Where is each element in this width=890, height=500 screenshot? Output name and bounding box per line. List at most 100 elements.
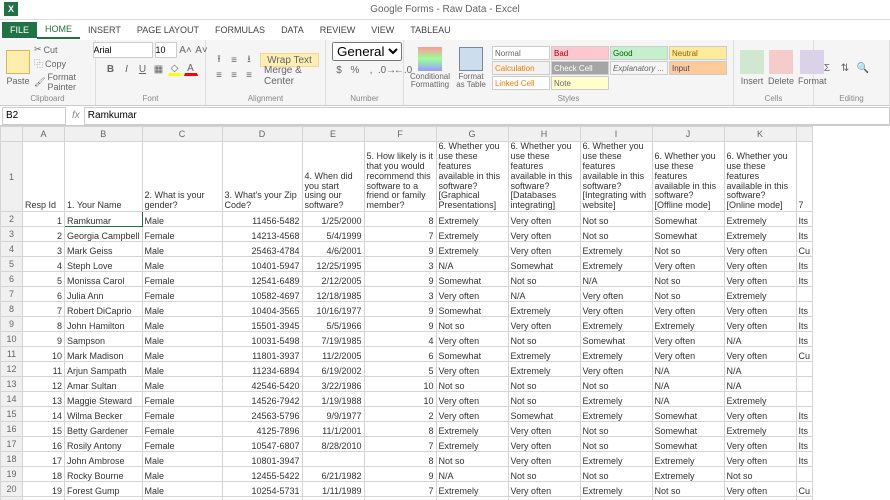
cell-F2[interactable]: 8 — [364, 212, 436, 227]
cell-D20[interactable]: 10254-5731 — [222, 482, 302, 497]
cell-D14[interactable]: 14526-7942 — [222, 392, 302, 407]
font-name-input[interactable] — [93, 42, 153, 58]
cell-K7[interactable]: Extremely — [724, 287, 796, 302]
cell-C6[interactable]: Female — [142, 272, 222, 287]
cell-G19[interactable]: N/A — [436, 467, 508, 482]
cell-K5[interactable]: Very often — [724, 257, 796, 272]
cell-G4[interactable]: Extremely — [436, 242, 508, 257]
cell-style-check-cell[interactable]: Check Cell — [551, 61, 609, 75]
cell-B19[interactable]: Rocky Bourne — [65, 467, 143, 482]
cell-E20[interactable]: 1/11/1989 — [302, 482, 364, 497]
paste-button[interactable]: Paste — [6, 50, 30, 86]
cell-F20[interactable]: 7 — [364, 482, 436, 497]
font-color-button[interactable]: A — [184, 62, 198, 76]
cell-style-explanatory-[interactable]: Explanatory ... — [610, 61, 668, 75]
cell-F5[interactable]: 3 — [364, 257, 436, 272]
cell-C12[interactable]: Male — [142, 362, 222, 377]
cell-D5[interactable]: 10401-5947 — [222, 257, 302, 272]
align-right-button[interactable]: ≡ — [242, 69, 256, 83]
cell-I1[interactable]: 6. Whether you use these features availa… — [580, 142, 652, 212]
cell-A5[interactable]: 4 — [23, 257, 65, 272]
cell-L16[interactable]: Its — [796, 422, 813, 437]
cell-B15[interactable]: Wilma Becker — [65, 407, 143, 422]
align-left-button[interactable]: ≡ — [212, 69, 226, 83]
insert-cells-button[interactable]: Insert — [740, 50, 764, 86]
col-header-H[interactable]: H — [508, 127, 580, 142]
sort-filter-button[interactable]: ⇅ — [838, 61, 852, 75]
cell-C19[interactable]: Male — [142, 467, 222, 482]
cell-L14[interactable] — [796, 392, 813, 407]
cell-J17[interactable]: Somewhat — [652, 437, 724, 452]
cell-A13[interactable]: 12 — [23, 377, 65, 392]
cell-I2[interactable]: Not so — [580, 212, 652, 227]
cell-E1[interactable]: 4. When did you start using our software… — [302, 142, 364, 212]
cell-E15[interactable]: 9/9/1977 — [302, 407, 364, 422]
cell-K13[interactable]: N/A — [724, 377, 796, 392]
cell-style-input[interactable]: Input — [669, 61, 727, 75]
tab-view[interactable]: VIEW — [363, 22, 402, 38]
cell-style-linked-cell[interactable]: Linked Cell — [492, 76, 550, 90]
cell-F16[interactable]: 8 — [364, 422, 436, 437]
cell-L1[interactable]: 7 — [796, 142, 813, 212]
cell-L15[interactable]: Its — [796, 407, 813, 422]
cell-E3[interactable]: 5/4/1999 — [302, 227, 364, 242]
cell-I10[interactable]: Somewhat — [580, 332, 652, 347]
row-header-20[interactable]: 20 — [1, 482, 23, 497]
cell-B3[interactable]: Georgia Campbell — [65, 227, 143, 242]
cell-E4[interactable]: 4/6/2001 — [302, 242, 364, 257]
cell-B6[interactable]: Monissa Carol — [65, 272, 143, 287]
cell-K9[interactable]: Very often — [724, 317, 796, 332]
cell-F14[interactable]: 10 — [364, 392, 436, 407]
cell-K11[interactable]: Very often — [724, 347, 796, 362]
col-header-F[interactable]: F — [364, 127, 436, 142]
cell-K12[interactable]: N/A — [724, 362, 796, 377]
cell-K1[interactable]: 6. Whether you use these features availa… — [724, 142, 796, 212]
cell-B16[interactable]: Betty Gardener — [65, 422, 143, 437]
cell-G16[interactable]: Extremely — [436, 422, 508, 437]
cell-H9[interactable]: Very often — [508, 317, 580, 332]
cell-C10[interactable]: Male — [142, 332, 222, 347]
cell-I5[interactable]: Extremely — [580, 257, 652, 272]
cell-I6[interactable]: N/A — [580, 272, 652, 287]
format-as-table-button[interactable]: Format as Table — [454, 47, 488, 89]
cell-J3[interactable]: Somewhat — [652, 227, 724, 242]
cell-C17[interactable]: Female — [142, 437, 222, 452]
align-center-button[interactable]: ≡ — [227, 69, 241, 83]
cell-E2[interactable]: 1/25/2000 — [302, 212, 364, 227]
cell-L11[interactable]: Cu — [796, 347, 813, 362]
cell-J16[interactable]: Somewhat — [652, 422, 724, 437]
cell-A19[interactable]: 18 — [23, 467, 65, 482]
col-header-B[interactable]: B — [65, 127, 143, 142]
cell-E7[interactable]: 12/18/1985 — [302, 287, 364, 302]
cell-K2[interactable]: Extremely — [724, 212, 796, 227]
cell-F15[interactable]: 2 — [364, 407, 436, 422]
cell-H2[interactable]: Very often — [508, 212, 580, 227]
row-header-11[interactable]: 11 — [1, 347, 23, 362]
cell-B10[interactable]: Sampson — [65, 332, 143, 347]
tab-review[interactable]: REVIEW — [312, 22, 364, 38]
col-header-C[interactable]: C — [142, 127, 222, 142]
cell-D4[interactable]: 25463-4784 — [222, 242, 302, 257]
cell-J2[interactable]: Somewhat — [652, 212, 724, 227]
cell-E12[interactable]: 6/19/2002 — [302, 362, 364, 377]
cell-K17[interactable]: Very often — [724, 437, 796, 452]
cell-H7[interactable]: N/A — [508, 287, 580, 302]
row-header-2[interactable]: 2 — [1, 212, 23, 227]
cell-H10[interactable]: Not so — [508, 332, 580, 347]
tab-tableau[interactable]: Tableau — [402, 22, 458, 38]
tab-insert[interactable]: INSERT — [80, 22, 129, 38]
cell-J13[interactable]: N/A — [652, 377, 724, 392]
cell-K14[interactable]: Extremely — [724, 392, 796, 407]
cell-C2[interactable]: Male — [142, 212, 222, 227]
currency-button[interactable]: $ — [332, 63, 346, 77]
cell-L18[interactable]: Its — [796, 452, 813, 467]
cell-B4[interactable]: Mark Geiss — [65, 242, 143, 257]
cell-E17[interactable]: 8/28/2010 — [302, 437, 364, 452]
cell-D15[interactable]: 24563-5796 — [222, 407, 302, 422]
cell-I20[interactable]: Extremely — [580, 482, 652, 497]
cell-A3[interactable]: 2 — [23, 227, 65, 242]
comma-button[interactable]: , — [364, 63, 378, 77]
cell-K20[interactable]: Very often — [724, 482, 796, 497]
cell-K19[interactable]: Not so — [724, 467, 796, 482]
cell-H1[interactable]: 6. Whether you use these features availa… — [508, 142, 580, 212]
